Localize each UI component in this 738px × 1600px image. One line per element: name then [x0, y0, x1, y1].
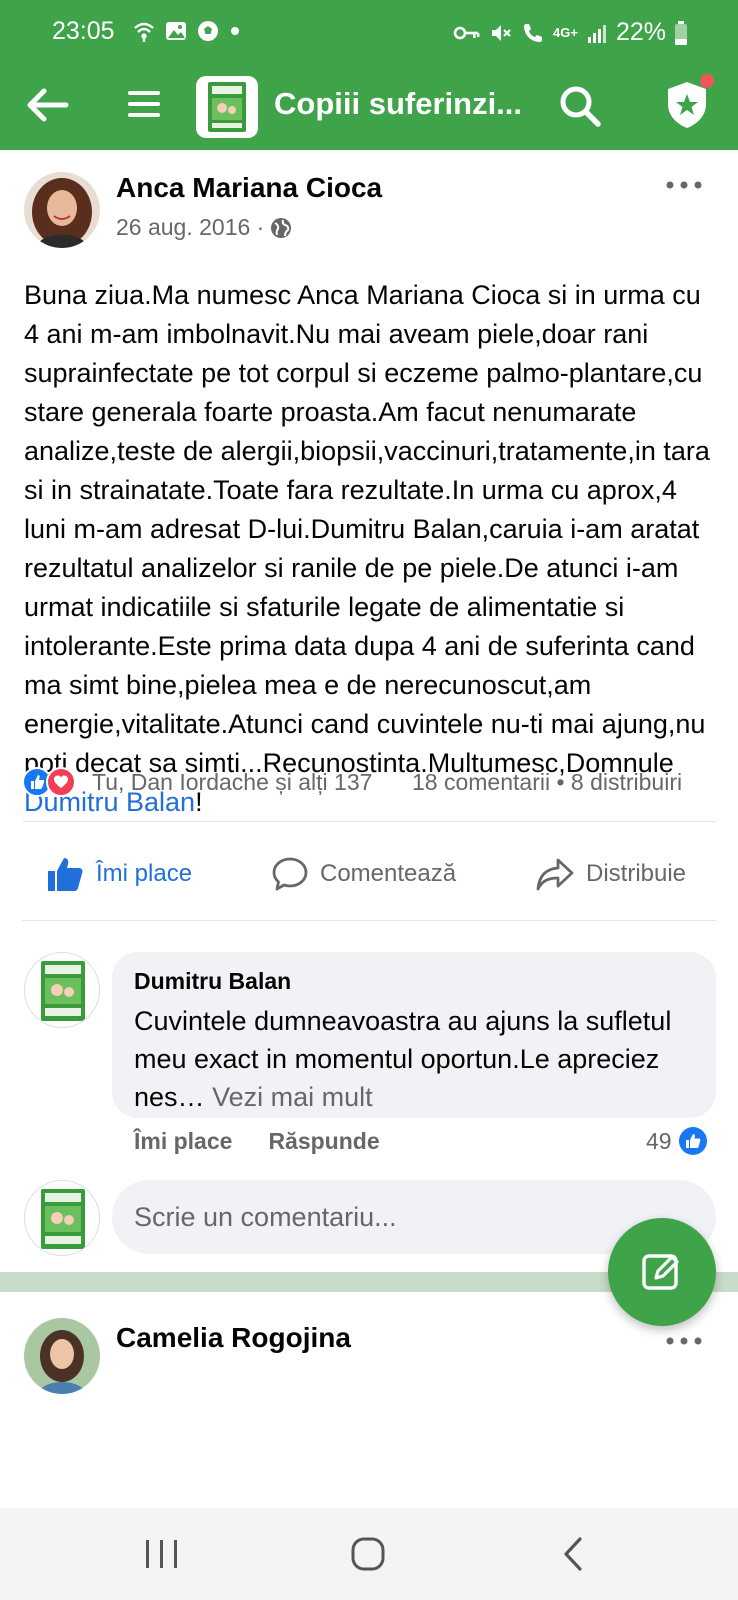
- dot-icon: [231, 27, 239, 35]
- system-nav-bar: [0, 1508, 738, 1600]
- status-notification-icons: [132, 19, 242, 43]
- next-author-photo: [24, 1318, 100, 1394]
- my-avatar[interactable]: [24, 1180, 100, 1256]
- group-title[interactable]: Copiii suferinzi...: [274, 86, 524, 122]
- comment-label: Comentează: [320, 860, 457, 887]
- reactions-names[interactable]: Tu, Dan Iordache și alți 137: [92, 769, 372, 796]
- status-system-icons: 4G+ 22%: [453, 18, 688, 47]
- more-options-icon[interactable]: [664, 172, 704, 198]
- post-actions: Îmi place Comentează Distribuie: [0, 840, 738, 908]
- next-author-name[interactable]: Camelia Rogojina: [116, 1322, 351, 1354]
- mute-icon: [492, 24, 511, 41]
- app-header: Copiii suferinzi...: [0, 64, 738, 150]
- edit-icon: [642, 1254, 679, 1290]
- battery-percent: 22%: [615, 18, 666, 46]
- like-reaction-icon: [678, 1127, 707, 1155]
- reactions-summary[interactable]: Tu, Dan Iordache și alți 137 18 comentar…: [22, 763, 722, 801]
- divider: [22, 821, 716, 822]
- post-meta: 26 aug. 2016 ·: [116, 214, 292, 241]
- share-arrow-icon: [536, 858, 574, 891]
- comment-like-number: 49: [646, 1127, 672, 1154]
- network-type: 4G+: [553, 25, 578, 40]
- comment-actions: Îmi place Răspunde: [134, 1128, 380, 1155]
- book-cover-avatar: [41, 961, 85, 1021]
- menu-icon[interactable]: [122, 82, 166, 126]
- post-text: Buna ziua.Ma numesc Anca Mariana Cioca s…: [24, 276, 714, 822]
- signal-icon: [587, 24, 606, 43]
- like-label: Îmi place: [96, 860, 193, 887]
- comment-text: Cuvintele dumneavoastra au ajuns la sufl…: [134, 1002, 704, 1116]
- recent-apps-icon[interactable]: [140, 1534, 184, 1574]
- back-nav-icon[interactable]: [552, 1534, 596, 1574]
- commenter-avatar[interactable]: [24, 952, 100, 1028]
- love-reaction-icon: [46, 767, 76, 797]
- comment-reply-button[interactable]: Răspunde: [268, 1128, 379, 1155]
- post-author-name[interactable]: Anca Mariana Cioca: [116, 172, 382, 204]
- call-icon: [524, 23, 543, 42]
- status-bar: 23:05 4G+ 22%: [0, 0, 738, 64]
- author-avatar[interactable]: [24, 172, 100, 248]
- comment-button[interactable]: Comentează: [272, 840, 456, 908]
- battery-icon: [675, 20, 687, 45]
- book-cover-avatar: [41, 1189, 85, 1249]
- back-arrow-icon[interactable]: [22, 80, 72, 130]
- author-photo: [24, 172, 100, 248]
- key-icon: [453, 26, 480, 39]
- group-thumbnail[interactable]: [196, 76, 258, 138]
- comment-icon: [272, 857, 308, 891]
- search-icon[interactable]: [556, 82, 604, 130]
- soccer-ball-icon: [198, 21, 218, 41]
- wifi-calling-icon: [134, 22, 154, 42]
- divider: [22, 920, 716, 921]
- home-icon[interactable]: [346, 1534, 390, 1574]
- notification-dot: [700, 74, 714, 88]
- globe-icon: [271, 217, 292, 238]
- comment-author[interactable]: Dumitru Balan: [134, 968, 291, 995]
- share-button[interactable]: Distribuie: [536, 840, 686, 908]
- share-label: Distribuie: [586, 860, 687, 887]
- comments-shares-count[interactable]: 18 comentarii • 8 distribuiri: [412, 769, 682, 796]
- more-options-icon[interactable]: [664, 1328, 704, 1354]
- comment-like-button[interactable]: Îmi place: [134, 1128, 232, 1155]
- status-time: 23:05: [52, 17, 115, 45]
- next-author-avatar[interactable]: [24, 1318, 100, 1394]
- reaction-icons: [22, 767, 76, 797]
- post-body: Buna ziua.Ma numesc Anca Mariana Cioca s…: [24, 280, 710, 778]
- thumbs-up-icon: [48, 858, 83, 891]
- comment-like-count[interactable]: 49: [646, 1126, 708, 1156]
- comment-input[interactable]: [134, 1198, 604, 1236]
- compose-post-button[interactable]: [608, 1218, 716, 1326]
- see-more-link[interactable]: Vezi mai mult: [212, 1082, 373, 1112]
- book-cover-icon: [208, 82, 246, 132]
- gallery-icon: [166, 22, 186, 40]
- like-button[interactable]: Îmi place: [46, 840, 192, 908]
- post-date[interactable]: 26 aug. 2016 ·: [116, 214, 264, 241]
- comment-bubble[interactable]: Dumitru Balan Cuvintele dumneavoastra au…: [112, 952, 716, 1118]
